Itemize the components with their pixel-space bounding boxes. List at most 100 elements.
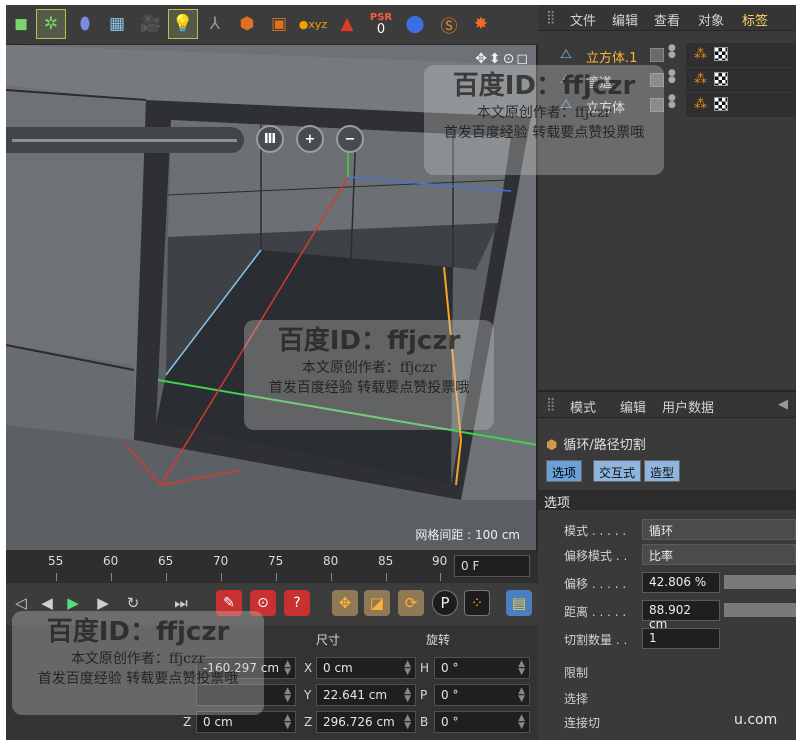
mode-dropdown[interactable]: 循环 bbox=[642, 519, 796, 540]
offset-slider[interactable] bbox=[724, 575, 796, 589]
object-name[interactable]: 立方体 bbox=[586, 97, 625, 116]
phong-tag-icon[interactable]: ⁂ bbox=[694, 72, 707, 87]
cuts-field[interactable]: 1 bbox=[642, 628, 720, 649]
pause-button[interactable]: Ⅲ bbox=[256, 125, 284, 153]
object-name[interactable]: 管道 bbox=[586, 72, 612, 91]
material-tag-icon[interactable] bbox=[714, 97, 728, 111]
rotation-h-field[interactable]: 0 ° ▲ ▼ bbox=[434, 657, 530, 679]
material-tag-icon[interactable] bbox=[714, 47, 728, 61]
size-y-field[interactable]: 22.641 cm ▲ ▼ bbox=[316, 684, 416, 706]
distance-slider[interactable] bbox=[724, 603, 796, 617]
go-to-end-icon[interactable]: ⏭ bbox=[168, 590, 194, 616]
viewport-slider[interactable] bbox=[6, 127, 244, 153]
layer-checkbox[interactable] bbox=[650, 48, 664, 62]
xyz-axis-icon[interactable]: ●xyz bbox=[298, 9, 328, 39]
menu-object[interactable]: 对象 bbox=[698, 10, 724, 29]
burst-icon[interactable]: ✸ bbox=[466, 9, 496, 39]
tab-options[interactable]: 选项 bbox=[546, 460, 583, 482]
snap-icon[interactable]: Ⓢ bbox=[434, 9, 464, 39]
record-key-icon[interactable]: ✎ bbox=[216, 590, 242, 616]
visibility-dots[interactable]: ● ● bbox=[668, 44, 676, 60]
visibility-dots[interactable]: ● ● bbox=[668, 69, 676, 85]
size-z-value: 296.726 cm bbox=[323, 715, 395, 729]
tab-interactive[interactable]: 交互式 bbox=[593, 460, 642, 482]
rotate-tool-icon[interactable]: ⟳ bbox=[398, 590, 424, 616]
position-x-field[interactable]: -160.297 cm ▲ ▼ bbox=[196, 657, 296, 679]
autokey-icon[interactable]: ⊙ bbox=[250, 590, 276, 616]
rotation-b-field[interactable]: 0 ° ▲ ▼ bbox=[434, 711, 530, 733]
rot-axis-label: P bbox=[420, 688, 428, 702]
3d-viewport[interactable]: ✥⬍⊙◻ Ⅲ + − 网格间距 : 100 cm bbox=[6, 45, 538, 550]
loop-icon[interactable]: ↻ bbox=[120, 590, 146, 616]
menu-tags[interactable]: 标签 bbox=[742, 10, 768, 29]
prev-key-icon[interactable]: ◁ bbox=[8, 590, 34, 616]
position-z-field[interactable]: 0 cm ▲ ▼ bbox=[196, 711, 296, 733]
size-z-field[interactable]: 296.726 cm ▲ ▼ bbox=[316, 711, 416, 733]
menu-edit[interactable]: 编辑 bbox=[612, 10, 638, 29]
grip-icon[interactable]: ⣿ bbox=[546, 397, 556, 412]
timeline-ruler[interactable]: 55 60 65 70 75 80 85 90 0 F bbox=[6, 550, 538, 583]
distance-field[interactable]: 88.902 cm bbox=[642, 600, 720, 631]
scale-tool-icon[interactable]: ◪ bbox=[364, 590, 390, 616]
param-label-limit: 限制 bbox=[564, 666, 589, 680]
sphere-icon[interactable]: ⬤ bbox=[400, 9, 430, 39]
coord-row-y: ▲ ▼ Y 22.641 cm ▲ ▼ P 0 ° ▲ ▼ bbox=[6, 684, 538, 706]
viewport-nav-icons[interactable]: ✥⬍⊙◻ bbox=[475, 51, 530, 67]
grip-icon[interactable]: ⣿ bbox=[546, 10, 556, 25]
object-row[interactable]: ⧍ 管道 ● ● ⁂ bbox=[538, 68, 796, 92]
cube-primitive-icon[interactable]: ◼ bbox=[6, 9, 36, 39]
dots-grid-icon[interactable]: ⁘ bbox=[464, 590, 490, 616]
tick-label: 60 bbox=[103, 554, 119, 568]
position-y-field[interactable]: ▲ ▼ bbox=[196, 684, 296, 706]
tick-mark bbox=[276, 573, 277, 581]
menu-edit[interactable]: 编辑 bbox=[620, 397, 646, 416]
object-row[interactable]: ⧍ 立方体 ● ● ⁂ bbox=[538, 93, 796, 117]
psr-icon[interactable]: PSR 0 bbox=[366, 9, 396, 39]
layer-checkbox[interactable] bbox=[650, 98, 664, 112]
offset-mode-dropdown[interactable]: 比率 bbox=[642, 544, 796, 565]
tab-shape[interactable]: 造型 bbox=[644, 460, 681, 482]
play-icon[interactable]: ▶ bbox=[60, 590, 86, 616]
size-x-field[interactable]: 0 cm ▲ ▼ bbox=[316, 657, 416, 679]
tag-cell: ⁂ bbox=[686, 43, 796, 67]
camera-icon[interactable]: 🎥 bbox=[136, 9, 166, 39]
move-tool-icon[interactable]: ✥ bbox=[332, 590, 358, 616]
tool-header: ⬢ 循环/路径切割 bbox=[546, 434, 646, 453]
phong-tag-icon[interactable]: ⁂ bbox=[694, 47, 707, 62]
bones-icon[interactable]: ⅄ bbox=[200, 9, 230, 39]
render-icon[interactable]: ⬢ bbox=[232, 9, 262, 39]
zoom-in-button[interactable]: + bbox=[296, 125, 324, 153]
floor-grid-icon[interactable]: ▦ bbox=[102, 9, 132, 39]
keyframe-help-icon[interactable]: ? bbox=[284, 590, 310, 616]
pos-axis-label: Z bbox=[183, 715, 192, 729]
back-arrow-icon[interactable]: ◀ bbox=[778, 397, 788, 412]
menu-view[interactable]: 查看 bbox=[654, 10, 680, 29]
object-row[interactable]: ⧍ 立方体.1 ● ● ⁂ bbox=[538, 43, 796, 67]
phong-tag-icon[interactable]: ⁂ bbox=[694, 97, 707, 112]
menu-file[interactable]: 文件 bbox=[570, 10, 596, 29]
layer-checkbox[interactable] bbox=[650, 73, 664, 87]
tag-cell: ⁂ bbox=[686, 93, 796, 117]
capsule-icon[interactable]: ⬮ bbox=[70, 9, 100, 39]
spinner-icon: ▲ ▼ bbox=[284, 713, 291, 731]
visibility-dots[interactable]: ● ● bbox=[668, 94, 676, 110]
film-strip-icon[interactable]: ▤ bbox=[506, 590, 532, 616]
step-forward-icon[interactable]: ▶ bbox=[90, 590, 116, 616]
tick-label: 70 bbox=[213, 554, 229, 568]
step-back-icon[interactable]: ◀ bbox=[34, 590, 60, 616]
rotation-p-field[interactable]: 0 ° ▲ ▼ bbox=[434, 684, 530, 706]
param-label-select: 选择 bbox=[564, 692, 589, 706]
zoom-out-button[interactable]: − bbox=[336, 125, 364, 153]
object-name[interactable]: 立方体.1 bbox=[586, 47, 637, 66]
material-tag-icon[interactable] bbox=[714, 72, 728, 86]
offset-field[interactable]: 42.806 % bbox=[642, 572, 720, 593]
gear-deformer-icon[interactable]: ✲ bbox=[36, 9, 66, 39]
current-frame-field[interactable]: 0 F bbox=[454, 555, 530, 577]
triangle-warn-icon[interactable]: ▲ bbox=[332, 9, 362, 39]
light-icon[interactable]: 💡 bbox=[168, 9, 198, 39]
menu-user-data[interactable]: 用户数据 bbox=[662, 397, 714, 416]
render-settings-icon[interactable]: ▣ bbox=[264, 9, 294, 39]
menu-mode[interactable]: 模式 bbox=[570, 397, 596, 416]
polygon-object-icon: ⧍ bbox=[560, 72, 573, 87]
param-key-icon[interactable]: P bbox=[432, 590, 458, 616]
